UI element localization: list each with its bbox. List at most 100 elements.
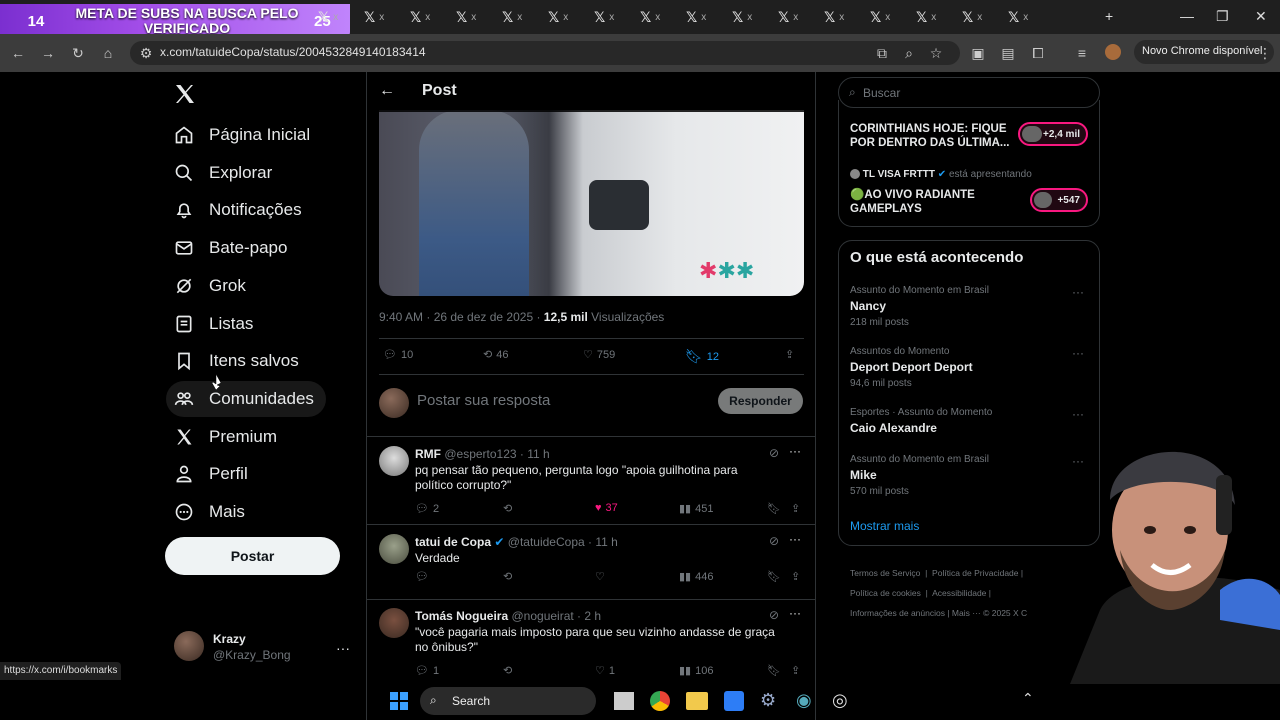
reply-action[interactable]: 💬︎ 2 [415, 502, 439, 516]
repost-action[interactable]: ⟲ [503, 570, 516, 583]
more-icon[interactable]: ··· [789, 444, 801, 458]
more-icon[interactable]: ··· [1072, 407, 1084, 421]
trend-item[interactable]: Assunto do Momento em Brasil Nancy 218 mil… [850, 285, 1090, 328]
account-more-icon[interactable]: ··· [336, 640, 350, 656]
browser-tab[interactable]: 𝕏x [778, 6, 824, 28]
close-tab-icon[interactable]: x [563, 12, 568, 23]
x-logo-icon[interactable] [173, 82, 197, 106]
browser-tab[interactable]: 𝕏x [1008, 6, 1054, 28]
nav-item[interactable]: Mais [174, 497, 245, 527]
extension-icon[interactable]: ▤ [1000, 45, 1016, 61]
browser-tab[interactable]: 𝕏x [870, 6, 916, 28]
browser-tab[interactable]: 𝕏x [686, 6, 732, 28]
reply-action[interactable]: 💬︎ 1 [415, 664, 439, 678]
like-action[interactable]: ♡ [595, 570, 609, 583]
views-action[interactable]: ▮▮ 446 [679, 570, 713, 584]
share-icon[interactable]: ⇪ [785, 348, 794, 361]
back-arrow-icon[interactable]: ← [379, 82, 395, 100]
reply-action[interactable]: 💬︎ [415, 570, 433, 583]
menu-dots-icon[interactable]: ⋮ [1257, 45, 1273, 61]
restore-icon[interactable]: ❐ [1216, 8, 1229, 25]
settings-icon[interactable]: ⚙ [760, 690, 776, 711]
nav-item[interactable]: Explorar [174, 158, 272, 188]
close-tab-icon[interactable]: x [747, 12, 752, 23]
nav-item[interactable]: Premium [174, 422, 277, 452]
browser-tab[interactable]: 𝕏x [962, 6, 1008, 28]
bookmark-icon[interactable]: 🔖︎ [767, 570, 781, 583]
reply-input[interactable]: Postar sua resposta [417, 392, 550, 409]
browser-tab[interactable]: 𝕏x [732, 6, 778, 28]
footer-link[interactable]: Política de Privacidade [932, 568, 1018, 578]
close-tab-icon[interactable]: x [609, 12, 614, 23]
minimize-icon[interactable]: — [1180, 8, 1194, 24]
live-title-2[interactable]: 🟢AO VIVO RADIANTE GAMEPLAYS [850, 188, 1025, 216]
bookmark-icon[interactable]: 🔖︎ [767, 664, 781, 677]
nav-item[interactable]: Bate-papo [174, 233, 287, 263]
site-info-icon[interactable]: ⚙ [138, 45, 154, 61]
trend-item[interactable]: Assuntos do Momento Deport Deport Deport 9… [850, 346, 1090, 389]
live-listener-badge[interactable]: +2,4 mil [1018, 122, 1088, 146]
bookmark-icon[interactable]: 🔖︎ [767, 502, 781, 515]
browser-tab[interactable]: 𝕏x [916, 6, 962, 28]
bookmark-action[interactable]: 🔖︎ 12 [685, 348, 719, 365]
reply-avatar[interactable] [379, 608, 409, 638]
tray-chevron-icon[interactable]: ⌃ [1022, 690, 1034, 707]
close-tab-icon[interactable]: x [839, 12, 844, 23]
account-handle[interactable]: @Krazy_Bong [213, 648, 291, 662]
extensions-puzzle-icon[interactable]: ⧠ [1030, 45, 1046, 61]
live-host[interactable]: TL VISA FRTTT ✔ está apresentando [850, 169, 1032, 180]
nav-item[interactable]: Comunidades [174, 384, 314, 414]
trend-item[interactable]: Assunto do Momento em Brasil Mike 570 mil … [850, 454, 1090, 497]
share-icon[interactable]: ⇪ [791, 502, 800, 515]
like-action[interactable]: ♡ 759 [583, 348, 615, 362]
close-tab-icon[interactable]: x [333, 12, 338, 23]
footer-link[interactable]: Mais ··· [952, 608, 981, 618]
url-text[interactable]: x.com/tatuideCopa/status/200453284914018… [160, 45, 426, 59]
close-tab-icon[interactable]: x [1023, 12, 1028, 23]
forward-icon[interactable]: → [40, 45, 56, 61]
browser-tab[interactable]: 𝕏x [594, 6, 640, 28]
browser-tab[interactable]: 𝕏x [548, 6, 594, 28]
reply-avatar[interactable] [379, 534, 409, 564]
repost-action[interactable]: ⟲ [503, 502, 516, 515]
repost-action[interactable]: ⟲ 46 [483, 348, 508, 362]
reply-item[interactable]: RMF @esperto123 · 11 h ⊘ ··· pq pensar tão … [379, 444, 805, 524]
close-tab-icon[interactable]: x [977, 12, 982, 23]
reply-item[interactable]: tatui de Copa ✔ @tatuideCopa · 11 h ⊘ ··· V… [379, 532, 805, 612]
grok-icon[interactable]: ⊘ [769, 534, 779, 548]
reply-author[interactable]: RMF [415, 447, 441, 461]
close-tab-icon[interactable]: x [471, 12, 476, 23]
footer-link[interactable]: Informações de anúncios [850, 608, 945, 618]
windows-start-icon[interactable] [390, 692, 408, 710]
close-tab-icon[interactable]: x [379, 12, 384, 23]
close-tab-icon[interactable]: x [885, 12, 890, 23]
reply-button[interactable]: Responder [718, 388, 803, 414]
reply-author[interactable]: tatui de Copa [415, 535, 491, 549]
more-icon[interactable]: ··· [789, 532, 801, 546]
account-name[interactable]: Krazy [213, 632, 246, 646]
home-browser-icon[interactable]: ⌂ [100, 45, 116, 61]
browser-tab[interactable]: 𝕏x [410, 6, 456, 28]
install-icon[interactable]: ⧉ [874, 45, 890, 61]
taskbar-search[interactable]: ⌕ Search [420, 687, 596, 715]
app-icon[interactable]: ◎ [832, 690, 848, 711]
reply-avatar[interactable] [379, 446, 409, 476]
like-action[interactable]: ♡ 1 [595, 664, 615, 678]
more-icon[interactable]: ··· [789, 606, 801, 620]
browser-tab[interactable]: 𝕏x [364, 6, 410, 28]
chrome-icon[interactable] [650, 691, 670, 711]
back-icon[interactable]: ← [10, 45, 26, 61]
new-tab-icon[interactable]: + [1105, 8, 1113, 24]
steam-icon[interactable]: ◉ [796, 690, 812, 711]
grok-icon[interactable]: ⊘ [769, 446, 779, 460]
grok-icon[interactable]: ⊘ [769, 608, 779, 622]
close-window-icon[interactable]: ✕ [1255, 8, 1267, 25]
store-icon[interactable] [724, 691, 744, 711]
nav-item[interactable]: Grok [174, 271, 246, 301]
post-button[interactable]: Postar [165, 537, 340, 575]
nav-item[interactable]: Notificações [174, 195, 302, 225]
views-action[interactable]: ▮▮ 106 [679, 664, 713, 678]
nav-item[interactable]: Listas [174, 309, 253, 339]
views-action[interactable]: ▮▮ 451 [679, 502, 713, 516]
browser-tab[interactable]: 𝕏x [824, 6, 870, 28]
